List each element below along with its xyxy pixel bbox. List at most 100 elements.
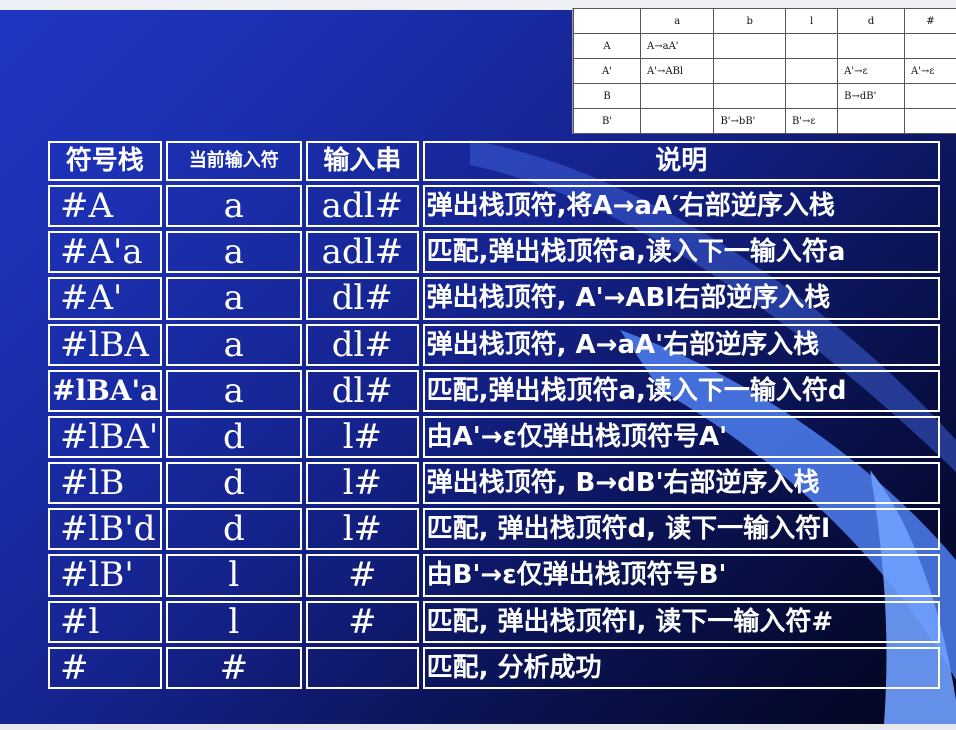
current-input-cell: a — [165, 369, 303, 412]
current-input-cell: d — [165, 508, 303, 551]
trace-row: #A'a a adl# 匹配,弹出栈顶符a,读入下一输入符a — [48, 231, 940, 274]
input-string-cell: dl# — [306, 369, 419, 412]
stack-cell: #lBA — [48, 323, 162, 366]
parse-cell — [837, 108, 905, 134]
description-cell: 弹出栈顶符, B→dB'右部逆序入栈 — [422, 462, 940, 505]
parse-cell: B' — [573, 108, 641, 134]
trace-row: #A a adl# 弹出栈顶符,将A→aA′右部逆序入栈 — [48, 185, 940, 228]
input-string-cell: # — [306, 554, 419, 597]
current-input-cell: d — [165, 415, 303, 459]
input-string-cell: dl# — [306, 277, 419, 320]
parse-cell — [903, 108, 956, 134]
current-input-cell: a — [165, 277, 303, 320]
parse-table-row: A A→aA' — [573, 33, 956, 59]
description-cell: 由A'→ε仅弹出栈顶符号A' — [422, 415, 940, 459]
parse-cell: B'→bB' — [713, 108, 786, 134]
current-input-cell: a — [165, 231, 303, 274]
parse-cell — [903, 33, 956, 59]
stack-cell: #A'a — [48, 231, 162, 274]
current-input-cell: l — [165, 600, 303, 643]
trace-row: #l l # 匹配, 弹出栈顶符l, 读下一输入符# — [48, 600, 940, 643]
stack-cell: #lBA' — [48, 415, 162, 459]
parse-cell — [784, 58, 839, 84]
parse-cell — [713, 33, 786, 59]
parse-cell — [837, 33, 905, 59]
header-current-input: 当前输入符 — [165, 141, 303, 181]
description-cell: 弹出栈顶符, A→aA'右部逆序入栈 — [422, 323, 940, 366]
description-cell: 匹配, 分析成功 — [422, 646, 940, 689]
input-string-cell: l# — [306, 508, 419, 551]
trace-row: #lB d l# 弹出栈顶符, B→dB'右部逆序入栈 — [48, 462, 940, 505]
header-symbol-stack: 符号栈 — [48, 141, 162, 181]
parse-cell: A'→ABl — [639, 58, 715, 84]
parse-table-header: a b l d # — [573, 8, 956, 34]
stack-cell: #lBA'a — [48, 369, 162, 412]
current-input-cell: a — [165, 323, 303, 366]
description-cell: 弹出栈顶符,将A→aA′右部逆序入栈 — [422, 185, 940, 228]
parse-table-image: a b l d # A A→aA' A' A'→ABl A'→ε A'→ε B … — [572, 8, 956, 134]
parse-header-cell: l — [784, 8, 839, 34]
input-string-cell: # — [306, 600, 419, 643]
stack-cell: #A — [48, 185, 162, 228]
parse-table-row: B' B'→bB' B'→ε — [573, 108, 956, 134]
description-cell: 匹配, 弹出栈顶符d, 读下一输入符l — [422, 508, 940, 551]
input-string-cell: l# — [306, 462, 419, 505]
description-cell: 匹配,弹出栈顶符a,读入下一输入符a — [422, 231, 940, 274]
trace-header-row: 符号栈 当前输入符 输入串 说明 — [48, 141, 940, 181]
parse-table-row: A' A'→ABl A'→ε A'→ε — [573, 58, 956, 84]
parse-cell: A — [573, 33, 641, 59]
parse-cell — [784, 33, 839, 59]
parse-cell — [639, 83, 715, 109]
trace-row: #lB' l # 由B'→ε仅弹出栈顶符号B' — [48, 554, 940, 597]
current-input-cell: # — [165, 646, 303, 689]
parse-header-cell: a — [639, 8, 715, 34]
trace-row: # # 匹配, 分析成功 — [48, 646, 940, 689]
stack-cell: #lB'd — [48, 508, 162, 551]
parse-cell: B'→ε — [784, 108, 839, 134]
description-cell: 弹出栈顶符, A'→ABl右部逆序入栈 — [422, 277, 940, 320]
parse-cell: B→dB' — [837, 83, 905, 109]
parse-cell — [903, 83, 956, 109]
stack-cell: #lB' — [48, 554, 162, 597]
input-string-cell — [306, 646, 419, 689]
input-string-cell: dl# — [306, 323, 419, 366]
stack-cell: # — [48, 646, 162, 689]
parse-cell: A'→ε — [903, 58, 956, 84]
input-string-cell: adl# — [306, 231, 419, 274]
bottom-strip — [0, 724, 956, 730]
parse-cell: A'→ε — [837, 58, 905, 84]
parse-cell: A' — [573, 58, 641, 84]
parse-header-cell: # — [903, 8, 956, 34]
stack-cell: #l — [48, 600, 162, 643]
parse-cell — [784, 83, 839, 109]
parse-cell — [713, 58, 786, 84]
trace-row: #lB'd d l# 匹配, 弹出栈顶符d, 读下一输入符l — [48, 508, 940, 551]
parse-cell — [713, 83, 786, 109]
trace-row: #lBA'a a dl# 匹配,弹出栈顶符a,读入下一输入符d — [48, 369, 940, 412]
trace-table: 符号栈 当前输入符 输入串 说明 #A a adl# 弹出栈顶符,将A→aA′右… — [44, 137, 944, 693]
parse-table: a b l d # A A→aA' A' A'→ABl A'→ε A'→ε B … — [573, 8, 956, 134]
current-input-cell: l — [165, 554, 303, 597]
header-description: 说明 — [422, 141, 940, 181]
stack-cell: #A' — [48, 277, 162, 320]
description-cell: 匹配, 弹出栈顶符l, 读下一输入符# — [422, 600, 940, 643]
description-cell: 由B'→ε仅弹出栈顶符号B' — [422, 554, 940, 597]
header-input-string: 输入串 — [306, 141, 419, 181]
stack-cell: #lB — [48, 462, 162, 505]
parse-table-row: B B→dB' — [573, 83, 956, 109]
current-input-cell: d — [165, 462, 303, 505]
parse-header-cell — [573, 8, 641, 34]
input-string-cell: l# — [306, 415, 419, 459]
parse-cell: B — [573, 83, 641, 109]
trace-row: #lBA a dl# 弹出栈顶符, A→aA'右部逆序入栈 — [48, 323, 940, 366]
description-cell: 匹配,弹出栈顶符a,读入下一输入符d — [422, 369, 940, 412]
parse-header-cell: b — [713, 8, 786, 34]
trace-row: #A' a dl# 弹出栈顶符, A'→ABl右部逆序入栈 — [48, 277, 940, 320]
input-string-cell: adl# — [306, 185, 419, 228]
parse-cell: A→aA' — [639, 33, 715, 59]
slide: a b l d # A A→aA' A' A'→ABl A'→ε A'→ε B … — [0, 0, 956, 730]
parse-header-cell: d — [837, 8, 905, 34]
trace-row: #lBA' d l# 由A'→ε仅弹出栈顶符号A' — [48, 415, 940, 459]
current-input-cell: a — [165, 185, 303, 228]
parse-cell — [639, 108, 715, 134]
